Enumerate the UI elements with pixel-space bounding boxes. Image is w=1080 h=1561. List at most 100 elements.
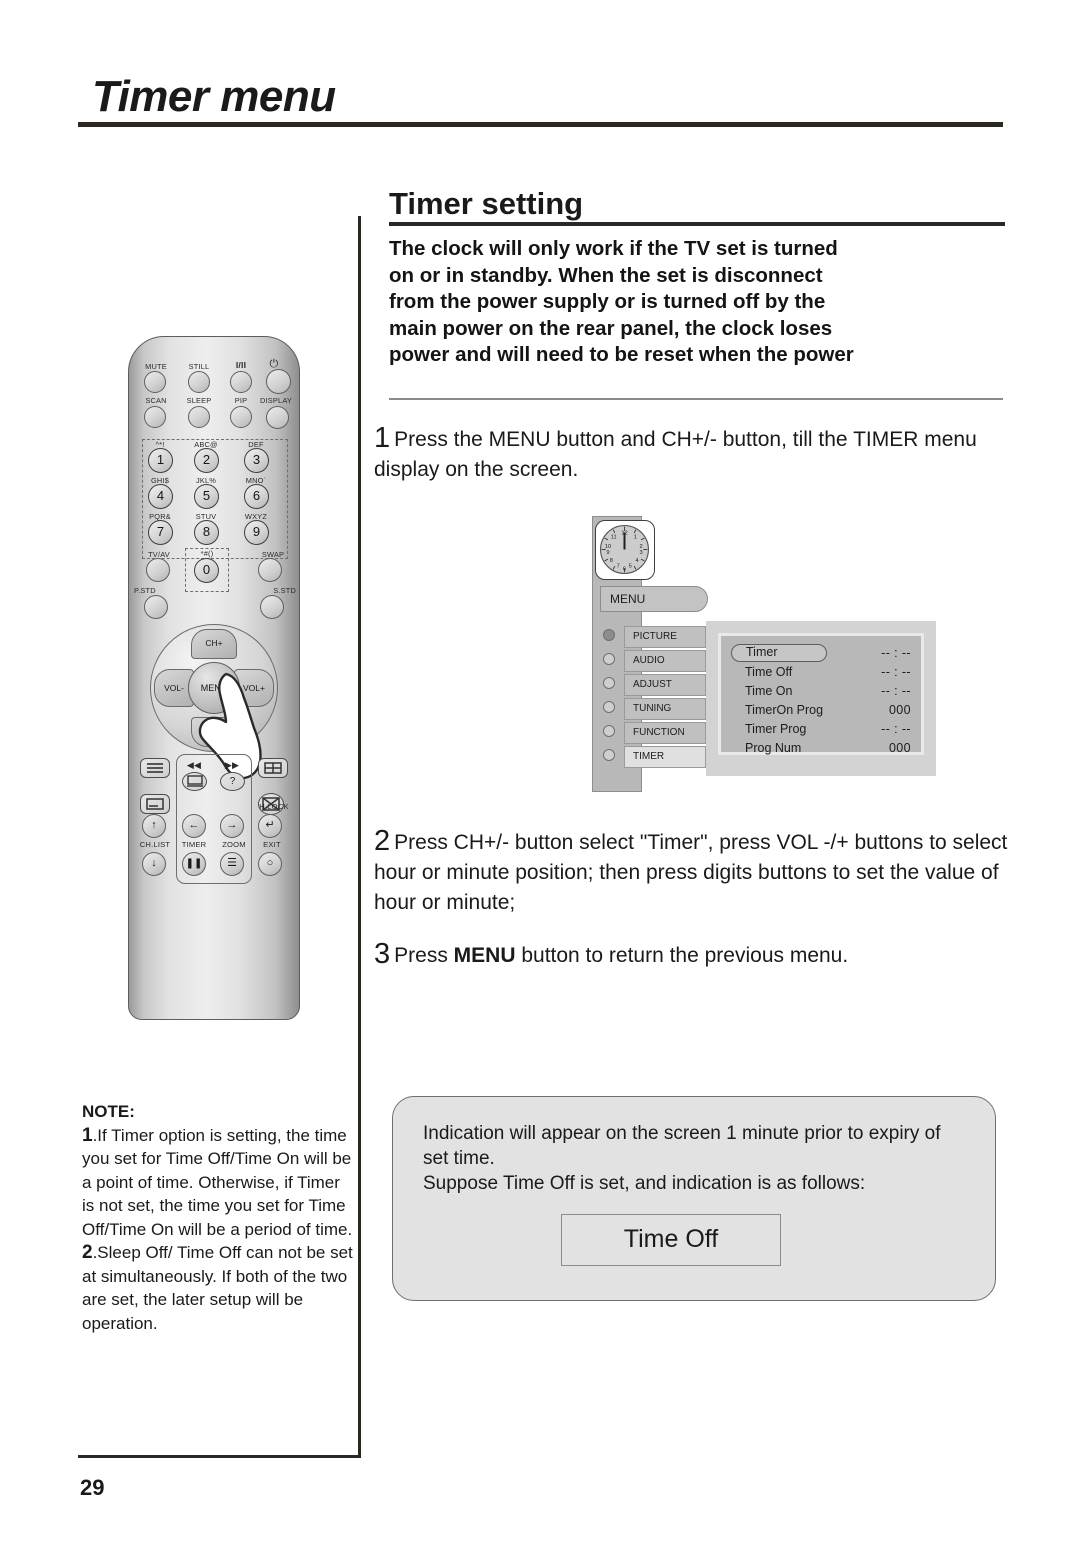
remote-button-display[interactable] xyxy=(266,406,289,429)
subtitle-icon[interactable] xyxy=(140,794,170,814)
remote-label-sstd: S.STD xyxy=(273,586,296,595)
osd-category-audio[interactable]: AUDIO xyxy=(624,650,706,672)
remote-button-i-ii[interactable] xyxy=(230,371,252,393)
warning-paragraph: The clock will only work if the TV set i… xyxy=(389,236,1003,369)
warning-line: on or in standby. When the set is discon… xyxy=(389,263,823,287)
remote-label-timer: TIMER xyxy=(181,840,207,849)
indication-box: Indication will appear on the screen 1 m… xyxy=(392,1096,996,1301)
section-title: Timer setting xyxy=(389,186,584,221)
remote-button-sstd[interactable] xyxy=(260,595,284,619)
remote-key-1[interactable]: 1 xyxy=(148,448,173,473)
step-number: 3 xyxy=(374,938,391,970)
osd-row-value: 000 xyxy=(888,741,911,755)
osd-radio-picture[interactable] xyxy=(603,629,615,641)
warning-line: from the power supply or is turned off b… xyxy=(389,290,826,313)
warning-line: main power on the rear panel, the clock … xyxy=(389,316,833,340)
remote-key-2[interactable]: 2 xyxy=(194,448,219,473)
remote-key-7[interactable]: 7 xyxy=(148,520,173,545)
osd-row-label: TimerOn Prog xyxy=(745,703,824,717)
svg-text:8: 8 xyxy=(610,558,613,564)
instruction-step-2: 2 Press CH+/- button select "Timer", pres… xyxy=(374,825,1019,918)
page-number: 29 xyxy=(80,1475,105,1500)
svg-text:4: 4 xyxy=(635,558,638,564)
svg-text:7: 7 xyxy=(617,564,620,570)
remote-button-pstd[interactable] xyxy=(144,595,168,619)
osd-row-time-off[interactable]: Time Off -- : -- xyxy=(731,663,917,682)
osd-row-value: 000 xyxy=(888,703,911,717)
remote-key-3[interactable]: 3 xyxy=(244,448,269,473)
svg-text:3: 3 xyxy=(639,550,642,556)
remote-button-still[interactable] xyxy=(188,371,210,393)
fast-forward-icon: ▶▶ xyxy=(224,760,240,770)
indication-line-2: Suppose Time Off is set, and indication … xyxy=(423,1173,866,1194)
remote-button-tv-av[interactable] xyxy=(146,558,170,582)
remote-button-swap[interactable] xyxy=(258,558,282,582)
note-block: NOTE: 1.If Timer option is setting, the … xyxy=(82,1100,354,1335)
rewind-icon: ◀◀ xyxy=(186,760,202,770)
osd-menu-tab: MENU xyxy=(600,586,708,612)
section-divider xyxy=(389,222,1005,226)
remote-button-pip[interactable] xyxy=(230,406,252,428)
remote-button-zoom[interactable]: → xyxy=(220,814,244,838)
osd-category-picture[interactable]: PICTURE xyxy=(624,626,706,648)
index-icon[interactable] xyxy=(258,758,288,778)
remote-label-display: DISPLAY xyxy=(259,396,293,405)
remote-button-power[interactable] xyxy=(266,369,291,394)
remote-button-ch-list-up[interactable]: ↑ xyxy=(142,814,166,838)
remote-button-sleep[interactable] xyxy=(188,406,210,428)
osd-category-function[interactable]: FUNCTION xyxy=(624,722,706,744)
osd-row-label: Time Off xyxy=(745,665,793,679)
remote-key-0[interactable]: 0 xyxy=(194,558,219,583)
osd-radio-audio[interactable] xyxy=(603,653,615,665)
instruction-step-3: 3 Press MENU button to return the previou… xyxy=(374,938,1019,971)
osd-radio-tuning[interactable] xyxy=(603,701,615,713)
osd-row-timeron-prog[interactable]: TimerOn Prog 000 xyxy=(731,701,917,720)
thin-divider xyxy=(389,398,1003,400)
remote-button-ch-up[interactable]: CH+ xyxy=(191,629,237,659)
remote-button-size[interactable]: ☰ xyxy=(220,852,244,876)
help-icon[interactable]: ? xyxy=(220,772,245,791)
svg-text:10: 10 xyxy=(605,544,611,550)
remote-key-9[interactable]: 9 xyxy=(244,520,269,545)
osd-row-prog-num[interactable]: Prog Num 000 xyxy=(731,739,917,758)
remote-label-key0: *#() xyxy=(200,549,214,558)
remote-button-ch-list-down[interactable]: ↓ xyxy=(142,852,166,876)
remote-key-8[interactable]: 8 xyxy=(194,520,219,545)
remote-button-timer[interactable]: ← xyxy=(182,814,206,838)
remote-label-ch-list: CH.LIST xyxy=(139,840,171,849)
osd-category-tuning[interactable]: TUNING xyxy=(624,698,706,720)
warning-line: power and will need to be reset when the… xyxy=(389,343,854,366)
remote-key-5[interactable]: 5 xyxy=(194,484,219,509)
osd-category-timer[interactable]: TIMER xyxy=(624,746,706,768)
remote-key-4[interactable]: 4 xyxy=(148,484,173,509)
step-number: 2 xyxy=(374,825,391,857)
remote-button-exit[interactable]: ○ xyxy=(258,852,282,876)
note-item-text: .If Timer option is setting, the time yo… xyxy=(82,1125,353,1239)
osd-radio-adjust[interactable] xyxy=(603,677,615,689)
osd-radio-function[interactable] xyxy=(603,725,615,737)
osd-row-label: Timer Prog xyxy=(745,722,807,736)
remote-button-scan[interactable] xyxy=(144,406,166,428)
remote-label-i-ii: I/II xyxy=(235,360,247,370)
osd-row-timer[interactable]: Timer -- : -- xyxy=(731,644,917,663)
osd-row-time-on[interactable]: Time On -- : -- xyxy=(731,682,917,701)
svg-text:9: 9 xyxy=(606,550,609,556)
osd-row-timer-prog[interactable]: Timer Prog -- : -- xyxy=(731,720,917,739)
menu-lines-icon[interactable] xyxy=(140,758,170,778)
remote-button-mute[interactable] xyxy=(144,371,166,393)
reveal-icon[interactable] xyxy=(182,772,207,791)
instruction-step-1: 1 Press the MENU button and CH+/- button,… xyxy=(374,422,1019,485)
remote-key-6[interactable]: 6 xyxy=(244,484,269,509)
note-item-1: 1.If Timer option is setting, the time y… xyxy=(82,1124,354,1242)
step-text-after: button to return the previous menu. xyxy=(515,944,849,967)
osd-category-adjust[interactable]: ADJUST xyxy=(624,674,706,696)
content-frame-vertical-line xyxy=(358,216,361,1458)
svg-text:6: 6 xyxy=(623,567,626,573)
svg-text:5: 5 xyxy=(629,564,632,570)
note-item-2: 2.Sleep Off/ Time Off can not be set at … xyxy=(82,1241,354,1335)
remote-button-pause[interactable]: ❚❚ xyxy=(182,852,206,876)
osd-row-label: Timer xyxy=(731,644,827,662)
remote-button-h-lock[interactable]: ↵ xyxy=(258,814,282,838)
remote-label-mute: MUTE xyxy=(145,362,167,371)
osd-radio-timer[interactable] xyxy=(603,749,615,761)
